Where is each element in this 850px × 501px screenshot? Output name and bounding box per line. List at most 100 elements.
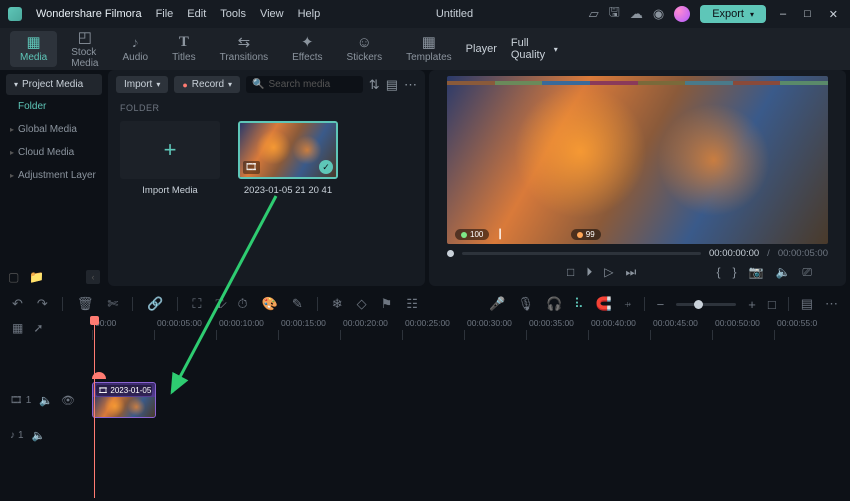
menu-tools[interactable]: Tools [220,8,246,20]
record-dot-icon: ● [182,80,187,90]
timeline-ruler[interactable]: ▦ ➚ 00:00 00:00:05:00 00:00:10:00 00:00:… [0,318,850,340]
sidebar: ▾ Project Media Folder Global Media Clou… [0,70,108,290]
more-icon[interactable]: ⋯ [404,77,417,93]
zoom-in-button[interactable]: + [748,297,756,312]
sidebar-folder[interactable]: Folder [0,95,108,118]
tab-transitions[interactable]: ⇆ Transitions [210,31,279,67]
transitions-icon: ⇆ [238,35,251,50]
mixer-button[interactable]: 🎤 [489,296,505,312]
record-dropdown[interactable]: ● Record ▾ [174,76,240,93]
menu-file[interactable]: File [156,8,174,20]
collapse-sidebar-button[interactable]: ‹ [86,270,100,284]
tab-media[interactable]: ▦ Media [10,31,57,67]
menu-help[interactable]: Help [298,8,321,20]
search-input[interactable]: 🔍 Search media [246,76,363,93]
check-icon: ✓ [319,160,333,174]
cloud-icon[interactable]: ☁ [630,6,643,22]
quality-dropdown[interactable]: Full Quality ▾ [511,37,558,61]
user-avatar[interactable] [674,6,690,22]
delete-button[interactable]: 🗑 [77,296,94,312]
app-logo-icon [8,7,22,21]
sidebar-item-adjustment-layer[interactable]: Adjustment Layer [0,164,108,187]
magnet-button[interactable]: ⍆ [624,296,632,312]
media-browser: Import ▾ ● Record ▾ 🔍 Search media ⇅ ▤ ⋯… [108,70,425,286]
tab-stickers[interactable]: ☺ Stickers [337,31,393,67]
color-button[interactable]: 🎨 [262,296,278,312]
zoom-fit-button[interactable]: □ [768,297,776,312]
menu-edit[interactable]: Edit [187,8,206,20]
prev-frame-button[interactable]: ⏵ [586,265,592,280]
snapshot-button[interactable]: 📷 [748,265,763,279]
tab-effects[interactable]: ✦ Effects [282,31,332,67]
chevron-down-icon: ▾ [228,80,232,89]
filter-icon[interactable]: ▤ [386,77,398,93]
save-icon[interactable]: 🖫 [609,3,620,25]
tab-titles[interactable]: T Titles [162,31,206,67]
menu-view[interactable]: View [260,8,284,20]
import-media-thumb[interactable]: + [120,121,220,179]
timeline-clip[interactable]: 🎞 2023-01-05... [92,382,156,418]
mic-button[interactable]: 🎙 [517,296,534,312]
sidebar-item-cloud-media[interactable]: Cloud Media [0,141,108,164]
sidebar-item-global-media[interactable]: Global Media [0,118,108,141]
chevron-down-icon: ▾ [554,45,558,54]
sort-icon[interactable]: ⇅ [369,77,380,93]
playhead[interactable] [94,318,95,498]
redo-button[interactable]: ↷ [37,296,48,312]
import-dropdown[interactable]: Import ▾ [116,76,168,93]
text-button[interactable]: T̷ [216,296,224,312]
preview-scrubber[interactable]: 00:00:00:00 / 00:00:05:00 [447,248,828,258]
settings-button[interactable]: ⋯ [825,296,838,312]
hide-track-button[interactable]: 👁 [61,394,75,407]
ruler-view-icon[interactable]: ▦ [12,321,23,335]
next-frame-button[interactable]: ⏭ [626,265,637,280]
audio-track-1[interactable]: ♪1 🔈 [0,420,850,450]
ruler-pointer-icon[interactable]: ➚ [33,321,43,335]
volume-button[interactable]: 🔈 [775,265,790,279]
stop-button[interactable]: □ [567,265,574,279]
device-icon[interactable]: ▱ [589,6,599,22]
new-folder-icon[interactable]: ▢ [8,270,19,284]
snap-button[interactable]: 🧲 [596,296,612,312]
maximize-button[interactable]: □ [800,8,815,20]
fullscreen-button[interactable]: ⎚ [802,265,812,280]
preview-viewport[interactable]: 100 ┃ 99 [447,76,828,244]
mark-out-button[interactable]: } [732,265,736,279]
tab-templates[interactable]: ▦ Templates [396,31,462,67]
link-button[interactable]: 🔗 [147,296,163,312]
speed-button[interactable]: ⏱ [237,296,247,312]
hud-health: 99 [571,229,601,240]
scrub-handle[interactable] [447,250,454,257]
detach-button[interactable]: ☷ [406,296,418,312]
mute-track-button[interactable]: 🔈 [39,394,53,407]
marker-button[interactable]: ⚑ [381,296,393,312]
freeze-button[interactable]: ❄ [332,296,343,312]
play-button[interactable]: ▷ [604,265,613,279]
tab-stock-media[interactable]: ◰ Stock Media [61,26,108,73]
mark-in-button[interactable]: { [716,265,720,279]
zoom-slider[interactable] [676,303,736,306]
media-clip-thumb[interactable]: 🎞 ✓ [238,121,338,179]
main-area: ▾ Project Media Folder Global Media Clou… [0,70,850,290]
edit-button[interactable]: ✎ [292,296,303,312]
search-placeholder: Search media [269,79,331,90]
folder-icon[interactable]: 📁 [29,270,44,284]
track-options-button[interactable]: ▤ [801,296,813,312]
keyframe-button[interactable]: ◇ [357,296,367,312]
tab-audio[interactable]: 𝆕 Audio [112,31,158,67]
notification-icon[interactable]: ◉ [653,6,664,22]
crop-button[interactable]: ⛶ [192,296,201,312]
sidebar-header-project-media[interactable]: ▾ Project Media [6,74,102,95]
cut-button[interactable]: ✄ [107,296,118,312]
auto-ripple-button[interactable]: ⠧ [574,296,584,312]
export-button[interactable]: Export ▾ [700,5,766,23]
zoom-thumb[interactable] [694,300,703,309]
audio-sync-button[interactable]: 🎧 [546,296,562,312]
zoom-out-button[interactable]: − [657,297,665,312]
undo-button[interactable]: ↶ [12,296,23,312]
minimize-button[interactable]: – [776,8,790,20]
preview-markers [447,78,828,88]
mute-audio-button[interactable]: 🔈 [32,429,46,442]
close-button[interactable]: ✕ [825,8,842,21]
video-track-1[interactable]: 🎞1 🔈 👁 🎞 2023-01-05... [0,380,850,420]
